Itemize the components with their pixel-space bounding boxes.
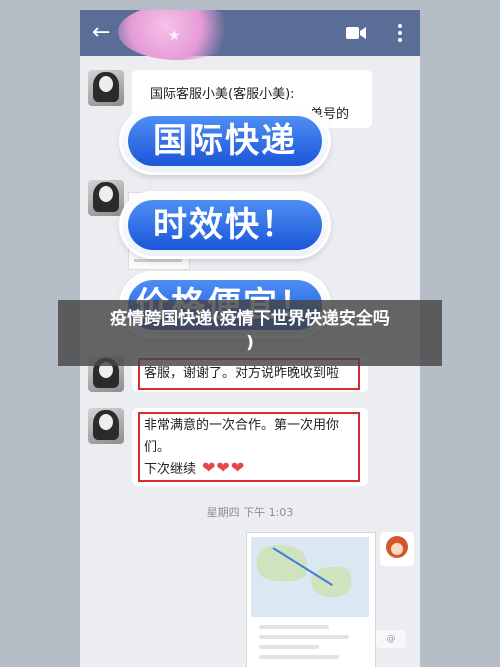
location-card[interactable] xyxy=(246,532,376,667)
page-title: 疫情跨国快递(疫情下世界快递安全吗 ) xyxy=(110,309,390,353)
watermark: @ xyxy=(376,630,406,648)
more-vertical-icon[interactable] xyxy=(398,24,402,42)
banner-pill: 时效快！ xyxy=(122,194,328,256)
message-line: 们。 xyxy=(144,440,171,455)
chat-header: ★ ← xyxy=(80,10,420,60)
star-icon: ★ xyxy=(168,28,181,44)
avatar[interactable] xyxy=(88,70,124,106)
title-overlay: 疫情跨国快递(疫情下世界快递安全吗 ) xyxy=(58,300,442,366)
message-text: 客服，谢谢了。对方说昨晚收到啦 xyxy=(144,366,340,381)
video-call-icon[interactable] xyxy=(346,26,366,40)
banner-text: 时效快！ xyxy=(128,200,322,250)
heart-emoji: ❤❤❤ xyxy=(202,458,246,477)
avatar[interactable] xyxy=(88,180,124,216)
banner-pill: 国际快递 xyxy=(122,110,328,172)
avatar[interactable] xyxy=(380,532,414,566)
message-line: 非常满意的一次合作。第一次用你 xyxy=(144,418,340,433)
arrow-left-icon[interactable]: ← xyxy=(92,19,110,47)
map-preview xyxy=(251,537,369,617)
message-line: 下次继续 xyxy=(144,462,197,477)
avatar[interactable] xyxy=(88,408,124,444)
sender-name: 国际客服小美(客服小美): xyxy=(150,87,295,102)
highlight-box: 非常满意的一次合作。第一次用你 们。 下次继续 ❤❤❤ xyxy=(138,412,360,482)
banner-text: 国际快递 xyxy=(128,116,322,166)
message-timestamp: 星期四 下午 1:03 xyxy=(206,506,294,519)
